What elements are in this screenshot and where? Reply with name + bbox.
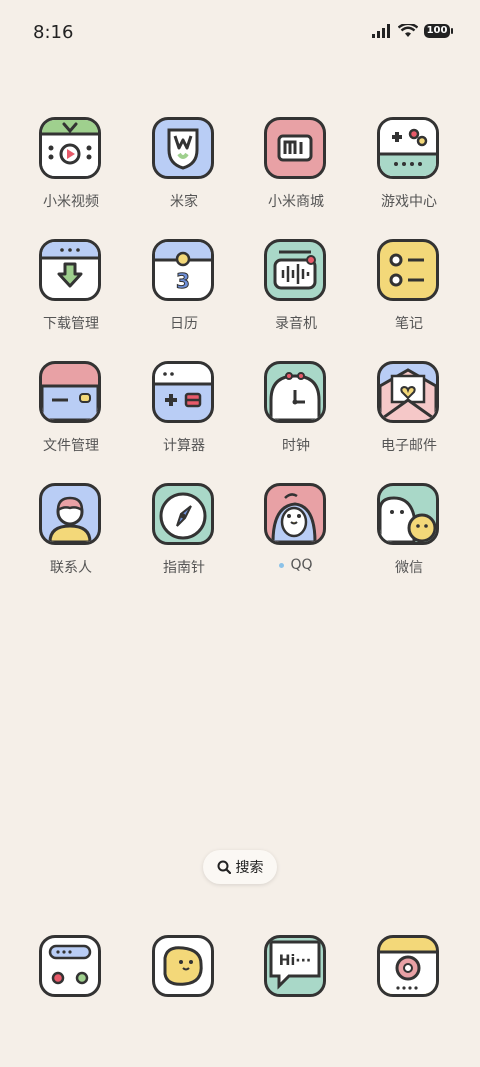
- status-icons: 100: [372, 24, 453, 38]
- status-bar: 8:16 100: [0, 0, 480, 68]
- app-mijia[interactable]: 米家: [132, 117, 236, 221]
- mijia-icon: [152, 117, 214, 179]
- download-icon: [39, 239, 101, 301]
- search-button[interactable]: 搜索: [203, 850, 277, 884]
- app-recorder[interactable]: 录音机: [244, 239, 348, 343]
- app-label: 微信: [395, 560, 423, 576]
- notes-icon: [377, 239, 439, 301]
- app-label: 游戏中心: [381, 194, 437, 210]
- app-label: 米家: [170, 194, 198, 210]
- app-calculator[interactable]: 计算器: [132, 361, 236, 465]
- app-notes[interactable]: 笔记: [357, 239, 461, 343]
- mail-icon: [377, 361, 439, 423]
- dock-gallery-icon[interactable]: [152, 935, 214, 997]
- app-contacts[interactable]: 联系人: [19, 483, 123, 587]
- app-xiaomi-store[interactable]: 小米商城: [244, 117, 348, 221]
- search-icon: [217, 860, 231, 874]
- app-calendar[interactable]: 3 日历: [132, 239, 236, 343]
- app-label: 小米视频: [43, 194, 99, 210]
- app-compass[interactable]: 指南针: [132, 483, 236, 587]
- tv-play-icon: [39, 117, 101, 179]
- status-time: 8:16: [33, 22, 74, 43]
- search-label: 搜索: [235, 860, 264, 876]
- app-game-center[interactable]: 游戏中心: [357, 117, 461, 221]
- app-label: 计算器: [163, 438, 205, 454]
- qq-penguin-icon: [264, 483, 326, 545]
- app-xiaomi-video[interactable]: 小米视频: [19, 117, 123, 221]
- app-label: 联系人: [50, 560, 92, 576]
- gamepad-icon: [377, 117, 439, 179]
- app-label: 日历: [170, 316, 198, 332]
- messages-icon-text: Hi···: [279, 953, 311, 969]
- app-label: 小米商城: [268, 194, 324, 210]
- mi-store-icon: [264, 117, 326, 179]
- dock-settings-icon[interactable]: [39, 935, 101, 997]
- new-install-dot: [279, 562, 285, 568]
- app-email[interactable]: 电子邮件: [357, 361, 461, 465]
- app-label: 笔记: [395, 316, 423, 332]
- folder-icon: [39, 361, 101, 423]
- signal-icon: [372, 24, 390, 38]
- app-download-manager[interactable]: 下载管理: [19, 239, 123, 343]
- calendar-icon: 3: [152, 239, 214, 301]
- app-wechat[interactable]: 微信: [357, 483, 461, 587]
- app-file-manager[interactable]: 文件管理: [19, 361, 123, 465]
- app-label: 指南针: [163, 560, 205, 576]
- app-label: 录音机: [275, 316, 317, 332]
- app-label: 时钟: [282, 438, 310, 454]
- contacts-icon: [39, 483, 101, 545]
- wechat-icon: [377, 483, 439, 545]
- app-label: 下载管理: [43, 316, 99, 332]
- compass-icon: [152, 483, 214, 545]
- app-clock[interactable]: 时钟: [244, 361, 348, 465]
- clock-icon: [264, 361, 326, 423]
- app-label: 文件管理: [43, 438, 99, 454]
- dock-messages-icon[interactable]: Hi···: [264, 935, 326, 997]
- wifi-icon: [398, 24, 418, 37]
- calendar-day: 3: [176, 269, 190, 293]
- app-label: QQ: [244, 557, 348, 573]
- app-qq[interactable]: QQ: [244, 483, 348, 587]
- recorder-icon: [264, 239, 326, 301]
- dock-camera-icon[interactable]: [377, 935, 439, 997]
- app-label: 电子邮件: [381, 438, 437, 454]
- app-label-text: QQ: [290, 557, 313, 573]
- battery-icon: 100: [424, 24, 453, 38]
- calculator-icon: [152, 361, 214, 423]
